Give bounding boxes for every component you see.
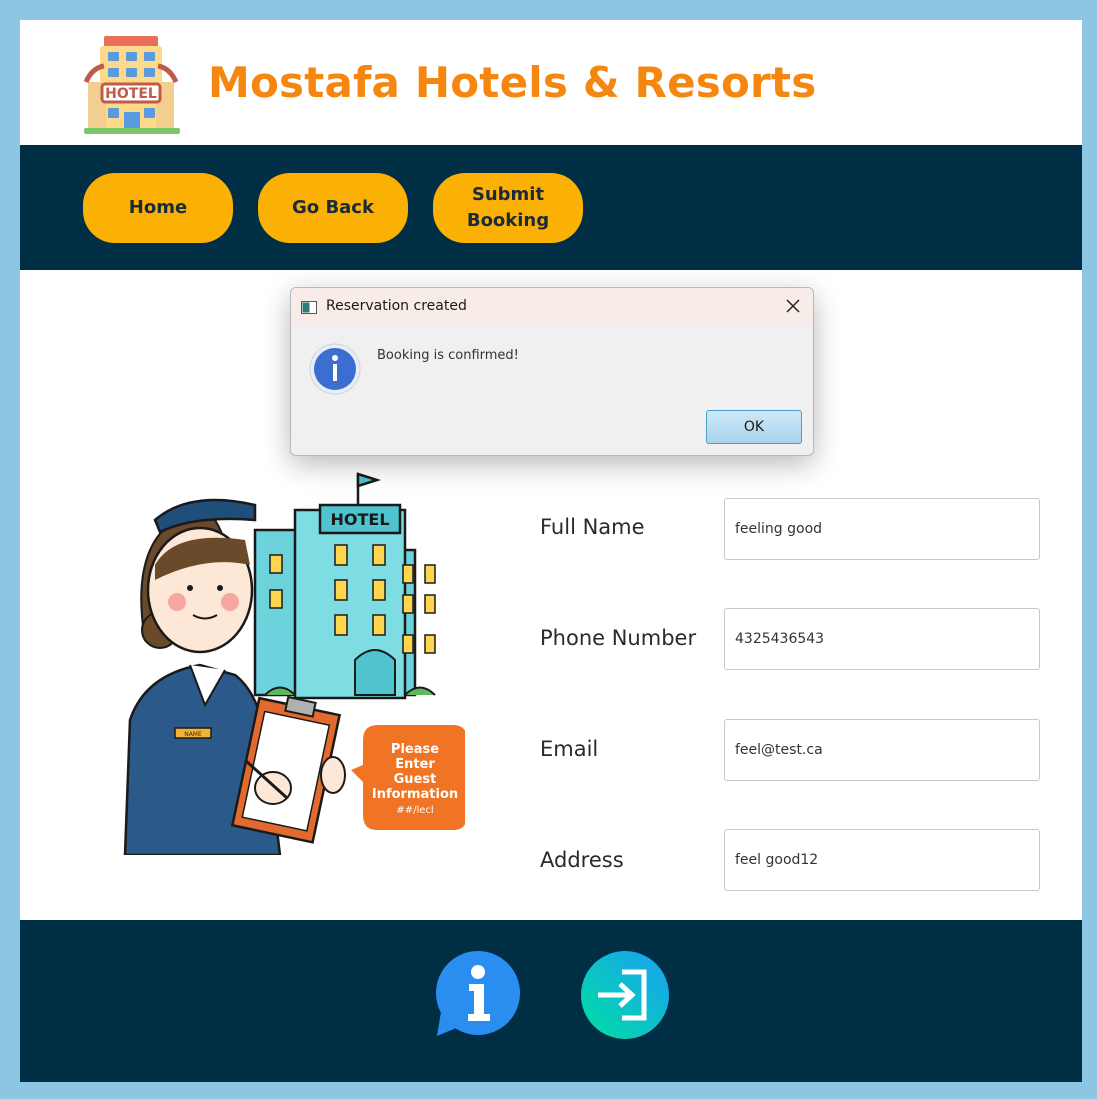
app-window: HOTEL Mostafa Hotels & Resorts Home Go B… (20, 20, 1082, 1082)
phone-number-label: Phone Number (540, 626, 697, 650)
dialog-message: Booking is confirmed! (377, 348, 519, 363)
ok-button[interactable]: OK (706, 410, 802, 444)
bubble-line-1: Please (391, 742, 439, 757)
window-app-icon (301, 299, 317, 314)
bubble-line-5: ##/lecl (396, 805, 433, 816)
address-label: Address (540, 848, 624, 872)
email-input[interactable] (724, 719, 1040, 781)
dialog-title: Reservation created (326, 298, 467, 314)
login-icon[interactable] (580, 950, 670, 1040)
submit-booking-button[interactable]: Submit Booking (433, 173, 583, 243)
footer (20, 920, 1082, 1082)
reservation-dialog: Reservation created Booking is confirmed… (290, 287, 814, 456)
address-input[interactable] (724, 829, 1040, 891)
email-label: Email (540, 737, 599, 761)
name-badge-text: NAME (184, 731, 202, 738)
information-icon (309, 343, 361, 395)
bubble-line-3: Guest (394, 772, 437, 787)
go-back-button[interactable]: Go Back (258, 173, 408, 243)
dialog-titlebar[interactable]: Reservation created (291, 288, 813, 324)
hotel-logo-icon: HOTEL (80, 32, 184, 136)
home-button[interactable]: Home (83, 173, 233, 243)
bubble-line-4: Information (372, 787, 458, 802)
full-name-label: Full Name (540, 515, 645, 539)
full-name-input[interactable] (724, 498, 1040, 560)
receptionist-illustration: HOTEL NAME Please Enter Guest Informatio… (105, 470, 467, 857)
logo-sign-text: HOTEL (105, 86, 157, 102)
info-chat-icon[interactable] (433, 950, 523, 1040)
brand-title: Mostafa Hotels & Resorts (208, 58, 817, 107)
header: HOTEL Mostafa Hotels & Resorts (20, 20, 1082, 145)
nav-bar: Home Go Back Submit Booking (20, 145, 1082, 270)
bubble-line-2: Enter (395, 757, 435, 772)
phone-number-input[interactable] (724, 608, 1040, 670)
close-icon[interactable] (781, 294, 805, 318)
building-sign-text: HOTEL (330, 510, 389, 529)
